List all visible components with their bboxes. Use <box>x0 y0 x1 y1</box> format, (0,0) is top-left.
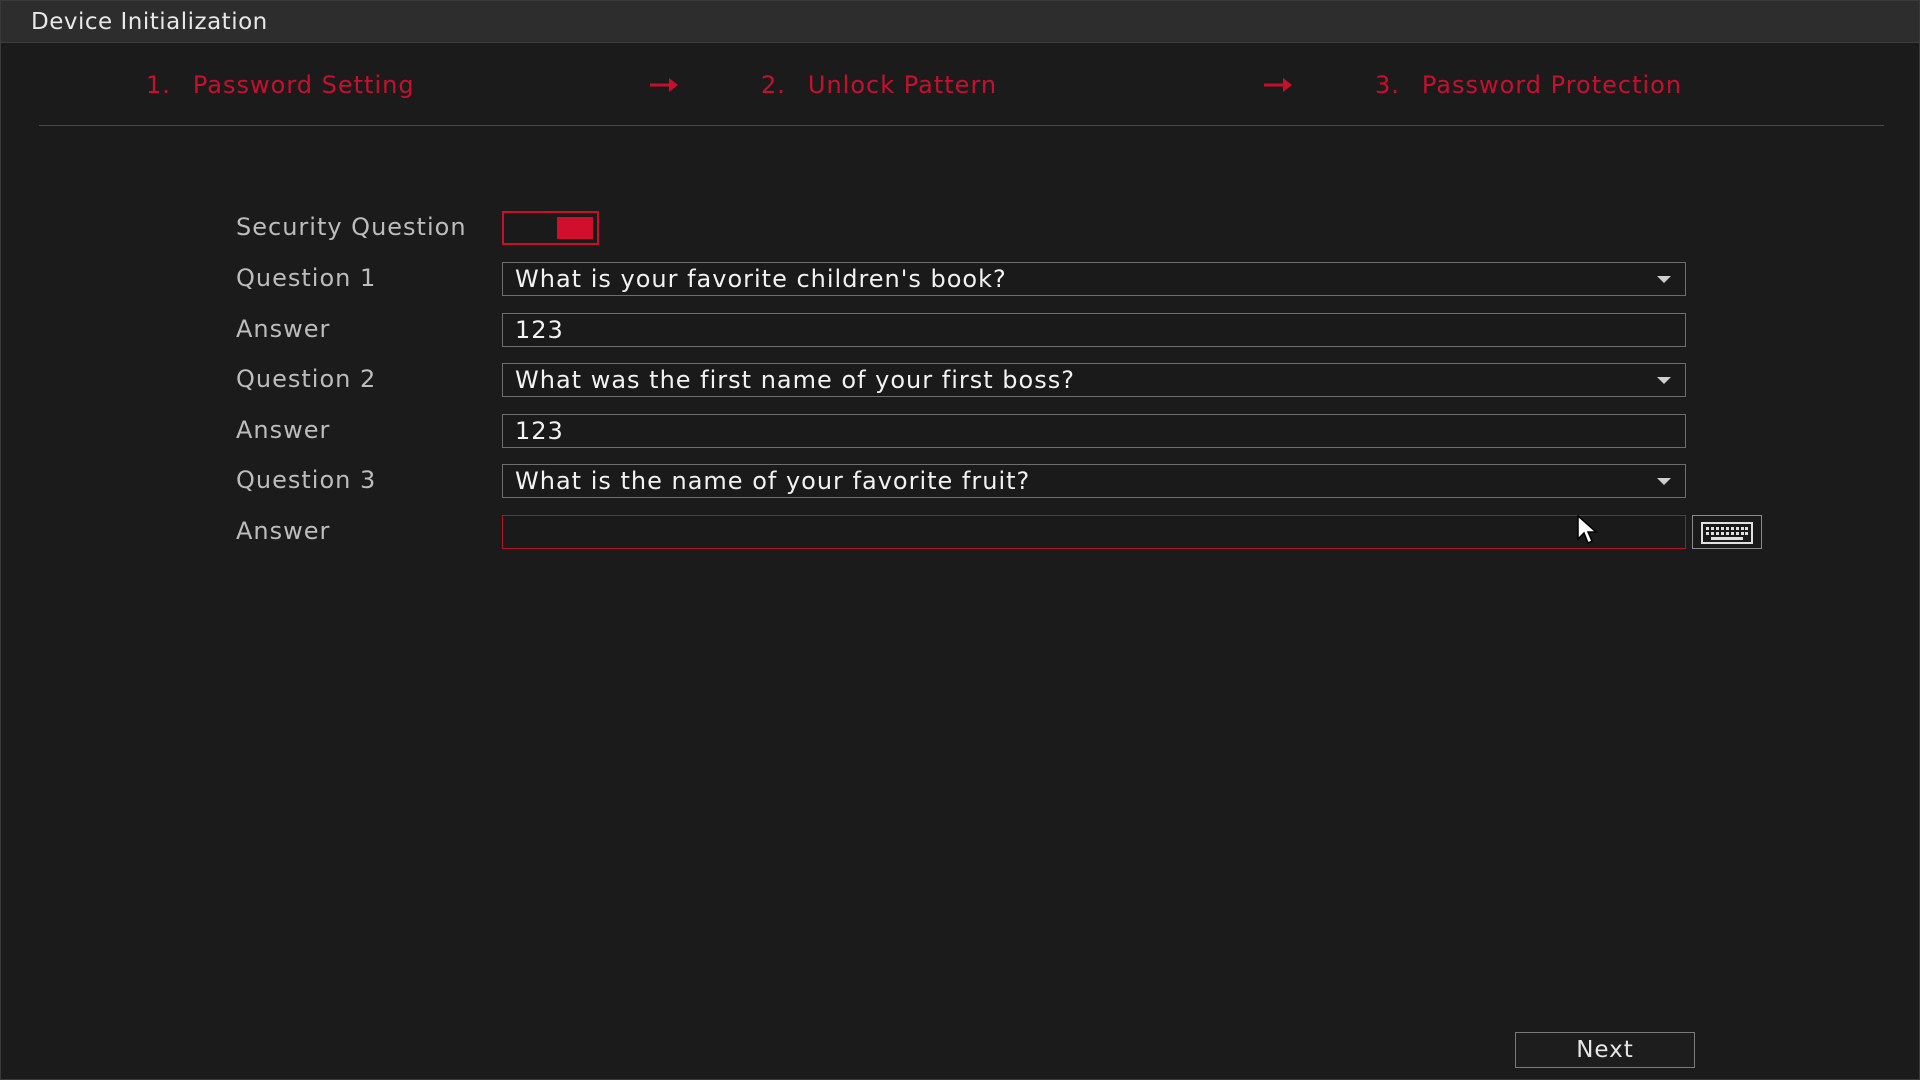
question2-row: Question 2 What was the first name of yo… <box>1 363 1919 399</box>
arrow-right-icon <box>1264 78 1292 92</box>
step-label: Password Protection <box>1421 71 1683 99</box>
step-number: 1. <box>146 71 171 99</box>
answer2-label: Answer <box>236 416 331 444</box>
answer3-input[interactable] <box>502 515 1686 549</box>
question1-label: Question 1 <box>236 264 377 292</box>
chevron-down-icon <box>1657 377 1671 384</box>
question1-dropdown[interactable]: What is your favorite children's book? <box>502 262 1686 296</box>
question1-row: Question 1 What is your favorite childre… <box>1 262 1919 298</box>
step-password-protection: 3. Password Protection <box>1375 71 1682 99</box>
security-question-row: Security Question <box>1 211 1919 247</box>
device-init-window: Device Initialization 1. Password Setting… <box>0 0 1920 1080</box>
security-question-label: Security Question <box>236 213 467 241</box>
steps-divider <box>39 125 1884 126</box>
question3-value: What is the name of your favorite fruit? <box>515 467 1031 495</box>
titlebar: Device Initialization <box>1 1 1919 43</box>
step-label: Unlock Pattern <box>807 71 998 99</box>
answer2-input[interactable]: 123 <box>502 414 1686 448</box>
virtual-keyboard-button[interactable] <box>1692 515 1762 549</box>
answer1-row: Answer 123 <box>1 313 1919 349</box>
security-question-toggle[interactable] <box>502 211 599 245</box>
mouse-pointer-icon <box>1577 515 1598 545</box>
step-number: 3. <box>1375 71 1400 99</box>
answer2-row: Answer 123 <box>1 414 1919 450</box>
wizard-steps: 1. Password Setting 2. Unlock Pattern 3. Pa… <box>1 71 1919 111</box>
step-unlock-pattern: 2. Unlock Pattern <box>761 71 997 99</box>
step-password-setting: 1. Password Setting <box>146 71 415 99</box>
question3-label: Question 3 <box>236 466 377 494</box>
next-button[interactable]: Next <box>1515 1032 1695 1068</box>
keyboard-icon <box>1701 522 1753 544</box>
question2-dropdown[interactable]: What was the first name of your first bo… <box>502 363 1686 397</box>
answer1-label: Answer <box>236 315 331 343</box>
arrow-right-icon <box>650 78 678 92</box>
question3-dropdown[interactable]: What is the name of your favorite fruit? <box>502 464 1686 498</box>
question2-value: What was the first name of your first bo… <box>515 366 1075 394</box>
answer3-label: Answer <box>236 517 331 545</box>
answer1-input[interactable]: 123 <box>502 313 1686 347</box>
chevron-down-icon <box>1657 276 1671 283</box>
chevron-down-icon <box>1657 478 1671 485</box>
question1-value: What is your favorite children's book? <box>515 265 1007 293</box>
question2-label: Question 2 <box>236 365 377 393</box>
question3-row: Question 3 What is the name of your favo… <box>1 464 1919 500</box>
step-number: 2. <box>761 71 786 99</box>
toggle-knob <box>557 217 593 239</box>
answer3-row: Answer <box>1 515 1919 551</box>
window-title: Device Initialization <box>31 9 268 35</box>
step-label: Password Setting <box>192 71 415 99</box>
